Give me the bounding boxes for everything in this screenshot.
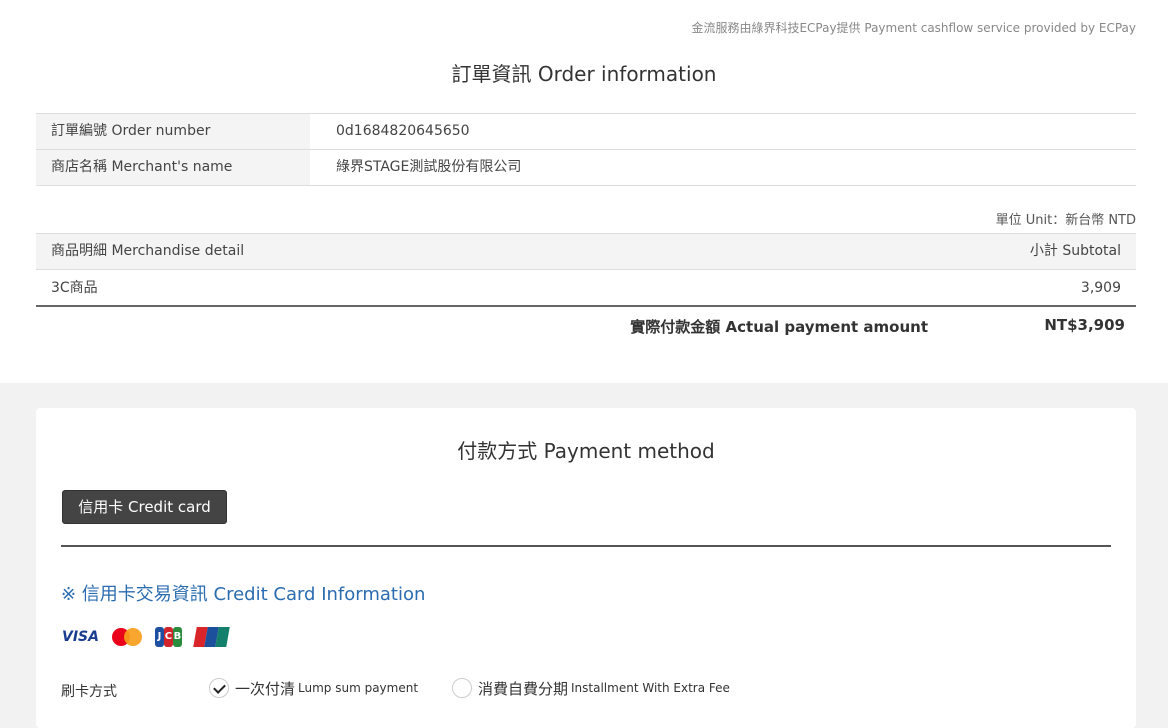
tab-credit-card[interactable]: 信用卡 Credit card bbox=[62, 490, 227, 524]
merchant-name-row: 商店名稱 Merchant's name 綠界STAGE測試股份有限公司 bbox=[36, 150, 1136, 186]
installment-option[interactable]: 消費自費分期 Installment With Extra Fee bbox=[452, 676, 730, 700]
lump-sum-radio-icon[interactable] bbox=[209, 678, 229, 698]
payment-method-title: 付款方式 Payment method bbox=[457, 439, 715, 463]
payment-type-row: 刷卡方式 一次付清 Lump sum payment 消費自費分期 Instal… bbox=[61, 676, 1111, 704]
credit-card-info-heading: ※ 信用卡交易資訊 Credit Card Information bbox=[61, 584, 426, 605]
installment-sublabel: Installment With Extra Fee bbox=[571, 681, 730, 695]
order-number-row: 訂單編號 Order number 0d1684820645650 bbox=[36, 114, 1136, 150]
order-number-label: 訂單編號 Order number bbox=[36, 114, 310, 149]
tab-divider bbox=[61, 545, 1111, 547]
order-info-table: 訂單編號 Order number 0d1684820645650 商店名稱 M… bbox=[36, 113, 1136, 186]
merchandise-table: 商品明細 Merchandise detail 小計 Subtotal 3C商品… bbox=[36, 233, 1136, 307]
card-brand-logos: VISA J C B bbox=[62, 626, 230, 648]
merchant-name-label: 商店名稱 Merchant's name bbox=[36, 150, 310, 185]
merchandise-detail-header: 商品明細 Merchandise detail bbox=[51, 243, 245, 259]
jcb-logo-icon: J C B bbox=[154, 627, 182, 647]
lump-sum-sublabel: Lump sum payment bbox=[298, 681, 419, 695]
order-info-section: 金流服務由綠界科技ECPay提供 Payment cashflow servic… bbox=[0, 0, 1168, 383]
visa-logo-icon: VISA bbox=[62, 629, 99, 645]
installment-radio-icon[interactable] bbox=[452, 678, 472, 698]
merchandise-name: 3C商品 bbox=[51, 280, 98, 296]
payment-type-label: 刷卡方式 bbox=[61, 684, 117, 700]
total-label: 實際付款金額 Actual payment amount bbox=[630, 318, 928, 336]
lump-sum-label: 一次付清 bbox=[235, 679, 296, 698]
subtotal-header: 小計 Subtotal bbox=[1029, 243, 1121, 259]
mastercard-logo-icon bbox=[111, 627, 142, 647]
merchant-name-value: 綠界STAGE測試股份有限公司 bbox=[336, 159, 522, 175]
lump-sum-option[interactable]: 一次付清 Lump sum payment bbox=[209, 676, 418, 700]
unionpay-logo-icon bbox=[193, 627, 230, 647]
merchandise-row: 3C商品 3,909 bbox=[36, 270, 1136, 307]
merchandise-subtotal: 3,909 bbox=[1080, 280, 1121, 296]
currency-unit-note: 單位 Unit：新台幣 NTD bbox=[995, 213, 1136, 228]
merchandise-table-header: 商品明細 Merchandise detail 小計 Subtotal bbox=[36, 233, 1136, 270]
total-amount: NT$3,909 bbox=[1044, 316, 1125, 334]
order-info-title: 訂單資訊 Order information bbox=[451, 62, 717, 86]
payment-method-section: 付款方式 Payment method 信用卡 Credit card ※ 信用… bbox=[36, 408, 1136, 728]
provider-note: 金流服務由綠界科技ECPay提供 Payment cashflow servic… bbox=[691, 21, 1136, 35]
order-number-value: 0d1684820645650 bbox=[336, 123, 470, 139]
total-row: 實際付款金額 Actual payment amount NT$3,909 bbox=[36, 316, 1136, 340]
installment-label: 消費自費分期 bbox=[478, 679, 569, 698]
